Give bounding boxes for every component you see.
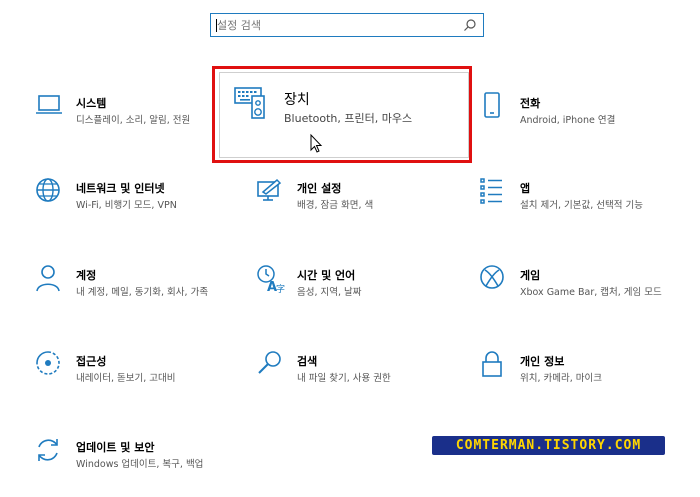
devices-icon	[234, 87, 265, 119]
lock-icon	[482, 351, 502, 377]
tile-title: 시간 및 언어	[297, 269, 356, 282]
tile-phone[interactable]: 전화 Android, iPhone 연결	[480, 92, 670, 153]
tile-accessibility[interactable]: 접근성 내레이터, 돋보기, 고대비	[36, 351, 226, 411]
mouse-cursor-icon	[310, 133, 323, 153]
tile-apps[interactable]: 앱 설치 제거, 기본값, 선택적 기능	[480, 178, 670, 238]
tile-description: 내 계정, 메일, 동기화, 회사, 가족	[76, 287, 209, 298]
sync-icon	[38, 439, 58, 461]
search-input[interactable]	[217, 17, 457, 33]
accessibility-icon	[36, 351, 60, 375]
tile-description: Windows 업데이트, 복구, 백업	[76, 459, 204, 470]
magnifier-icon	[258, 351, 281, 374]
watermark: COMTERMAN.TISTORY.COM	[432, 436, 665, 455]
tile-description: Bluetooth, 프린터, 마우스	[284, 112, 413, 125]
tile-title: 게임	[520, 269, 541, 282]
tile-title: 개인 정보	[520, 355, 565, 368]
search-icon[interactable]	[463, 18, 477, 32]
tile-description: Wi-Fi, 비행기 모드, VPN	[76, 200, 177, 211]
tile-title: 검색	[297, 355, 318, 368]
tile-title: 개인 설정	[297, 182, 342, 195]
tile-time-language[interactable]: A 字 시간 및 언어 음성, 지역, 날짜	[257, 265, 447, 325]
monitor-icon	[36, 95, 62, 114]
tile-title: 장치	[284, 92, 310, 108]
tile-network[interactable]: 네트워크 및 인터넷 Wi-Fi, 비행기 모드, VPN	[36, 178, 226, 238]
tile-description: 내 파일 찾기, 사용 권한	[297, 373, 391, 384]
xbox-icon	[480, 265, 504, 289]
personalization-icon	[257, 178, 282, 201]
svg-text:字: 字	[276, 283, 285, 295]
tile-description: 위치, 카메라, 마이크	[520, 373, 602, 384]
tile-title: 접근성	[76, 355, 107, 368]
time-language-icon: A 字	[257, 265, 285, 295]
tile-description: Android, iPhone 연결	[520, 115, 616, 126]
person-icon	[36, 265, 60, 292]
phone-icon	[484, 92, 500, 118]
tile-title: 전화	[520, 97, 541, 110]
apps-list-icon	[480, 178, 502, 204]
tile-gaming[interactable]: 게임 Xbox Game Bar, 캡처, 게임 모드	[480, 265, 670, 325]
tile-personalization[interactable]: 개인 설정 배경, 잠금 화면, 색	[257, 178, 447, 238]
tile-title: 네트워크 및 인터넷	[76, 182, 165, 195]
tile-title: 앱	[520, 182, 531, 195]
tile-description: 설치 제거, 기본값, 선택적 기능	[520, 200, 643, 211]
tile-title: 시스템	[76, 97, 107, 110]
tile-description: 내레이터, 돋보기, 고대비	[76, 373, 176, 384]
tile-description: 음성, 지역, 날짜	[297, 287, 362, 298]
tile-accounts[interactable]: 계정 내 계정, 메일, 동기화, 회사, 가족	[36, 265, 226, 325]
tile-system[interactable]: 시스템 디스플레이, 소리, 알림, 전원	[36, 93, 226, 153]
tile-search[interactable]: 검색 내 파일 찾기, 사용 권한	[257, 351, 447, 411]
tile-description: 디스플레이, 소리, 알림, 전원	[76, 115, 191, 126]
tile-description: Xbox Game Bar, 캡처, 게임 모드	[520, 287, 662, 298]
tile-privacy[interactable]: 개인 정보 위치, 카메라, 마이크	[480, 351, 670, 411]
tile-description: 배경, 잠금 화면, 색	[297, 200, 374, 211]
tile-update-security[interactable]: 업데이트 및 보안 Windows 업데이트, 복구, 백업	[36, 437, 226, 497]
settings-search-box[interactable]	[210, 13, 484, 37]
tile-title: 계정	[76, 269, 97, 282]
tile-devices[interactable]: 장치 Bluetooth, 프린터, 마우스	[219, 72, 469, 158]
tile-title: 업데이트 및 보안	[76, 441, 155, 454]
globe-icon	[36, 178, 60, 202]
